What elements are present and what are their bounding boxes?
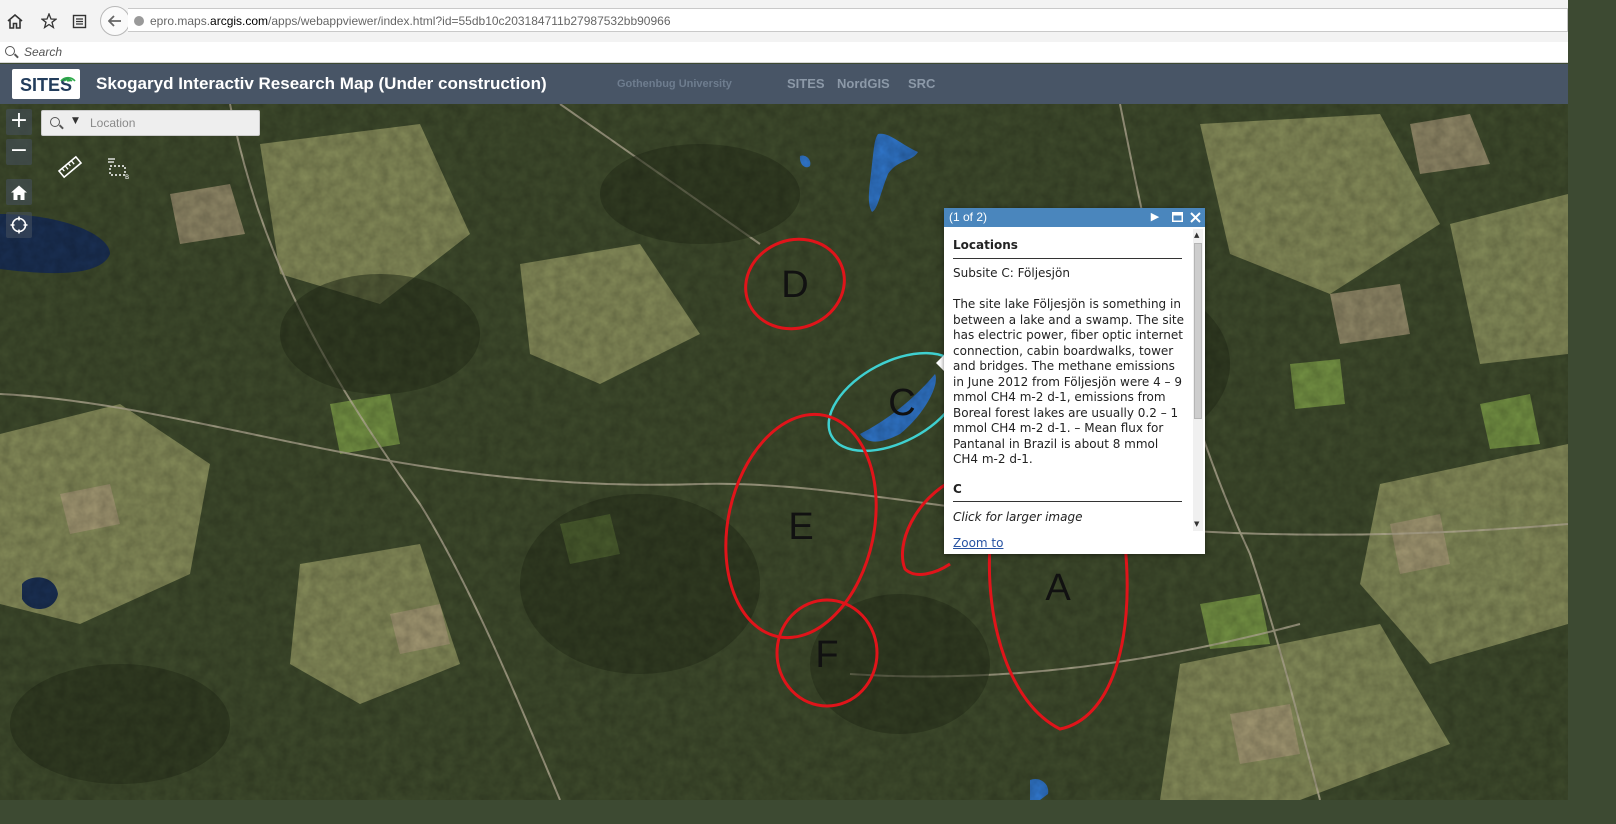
popup-header: (1 of 2) ▶ [944,208,1205,227]
address-row: epro.maps.arcgis.com/apps/webappviewer/i… [0,6,1568,36]
subsite-name: Subsite C: Följesjön [953,266,1070,280]
image-caption[interactable]: Click for larger image [953,510,1082,524]
url-field[interactable]: epro.maps.arcgis.com/apps/webappviewer/i… [128,8,1568,32]
zoom-in-button[interactable]: + [6,109,32,135]
satellite-imagery: D C E F A [0,104,1568,800]
back-arrow-icon[interactable] [100,6,130,36]
maximize-icon [1171,212,1183,222]
header-link-nordgis[interactable]: NordGIS [837,64,890,104]
scroll-up-icon[interactable]: ▲ [1194,231,1199,239]
reading-list-icon[interactable] [68,10,90,32]
header-link-src[interactable]: SRC [908,64,935,104]
sites-logo: SITES [12,69,80,99]
browser-search-placeholder: Search [24,45,63,59]
image-section-title: C [953,482,962,496]
site-f-label: F [815,634,838,676]
divider [953,258,1182,259]
draw-tool-button[interactable]: B [105,154,131,181]
header-link-gothenburg[interactable]: Gothenbug University [617,64,732,104]
locate-button[interactable] [6,212,32,238]
home-button[interactable] [6,179,32,205]
scroll-thumb[interactable] [1194,243,1202,419]
map-canvas[interactable]: D C E F A + − ▼ Location B [0,104,1568,800]
search-icon[interactable] [50,117,60,127]
next-feature-button[interactable]: ▶ [1147,208,1163,227]
svg-text:B: B [125,174,129,180]
draw-annotate-icon: B [108,158,129,181]
info-popup: (1 of 2) ▶ Locations Subsite C: Följesjö… [944,208,1205,554]
popup-scrollbar[interactable]: ▲ ▼ [1193,229,1203,531]
header-link-sites[interactable]: SITES [787,64,825,104]
browser-search-bar[interactable]: Search [0,42,1568,63]
popup-count: (1 of 2) [949,210,988,224]
location-search-input[interactable]: ▼ Location [41,110,260,136]
divider [953,501,1182,502]
site-c-label: C [888,382,915,424]
home-icon [11,185,27,200]
zoom-to-link[interactable]: Zoom to [953,536,1003,550]
close-button[interactable] [1187,208,1203,227]
site-e-label: E [788,506,813,548]
locate-crosshair-icon [10,216,28,234]
url-domain: arcgis.com [210,14,269,28]
close-icon [1189,212,1201,223]
popup-content: Locations Subsite C: Följesjön The site … [944,227,1192,542]
bookmark-star-icon[interactable] [38,10,60,32]
subsite-description: The site lake Följesjön is something in … [953,297,1184,466]
url-path: /apps/webappviewer/index.html?id=55db10c… [268,14,671,28]
chevron-down-icon[interactable]: ▼ [72,116,79,126]
home-icon[interactable] [4,10,26,32]
logo-arcs-icon [60,76,76,82]
measure-tool-button[interactable] [57,154,83,180]
url-prefix: epro.maps. [150,14,211,28]
app-title: Skogaryd Interactiv Research Map (Under … [96,74,547,93]
maximize-button[interactable] [1169,208,1185,227]
location-placeholder: Location [90,116,136,130]
popup-section-title: Locations [953,238,1018,252]
site-a-label: A [1045,567,1071,609]
app-header: SITES Skogaryd Interactiv Research Map (… [0,64,1568,104]
search-icon [5,46,15,56]
scroll-down-icon[interactable]: ▼ [1194,520,1199,528]
site-d-label: D [781,264,808,306]
site-info-icon[interactable] [134,16,144,26]
browser-toolbar: epro.maps.arcgis.com/apps/webappviewer/i… [0,0,1568,43]
zoom-out-button[interactable]: − [6,139,32,165]
ruler-icon [57,155,83,179]
